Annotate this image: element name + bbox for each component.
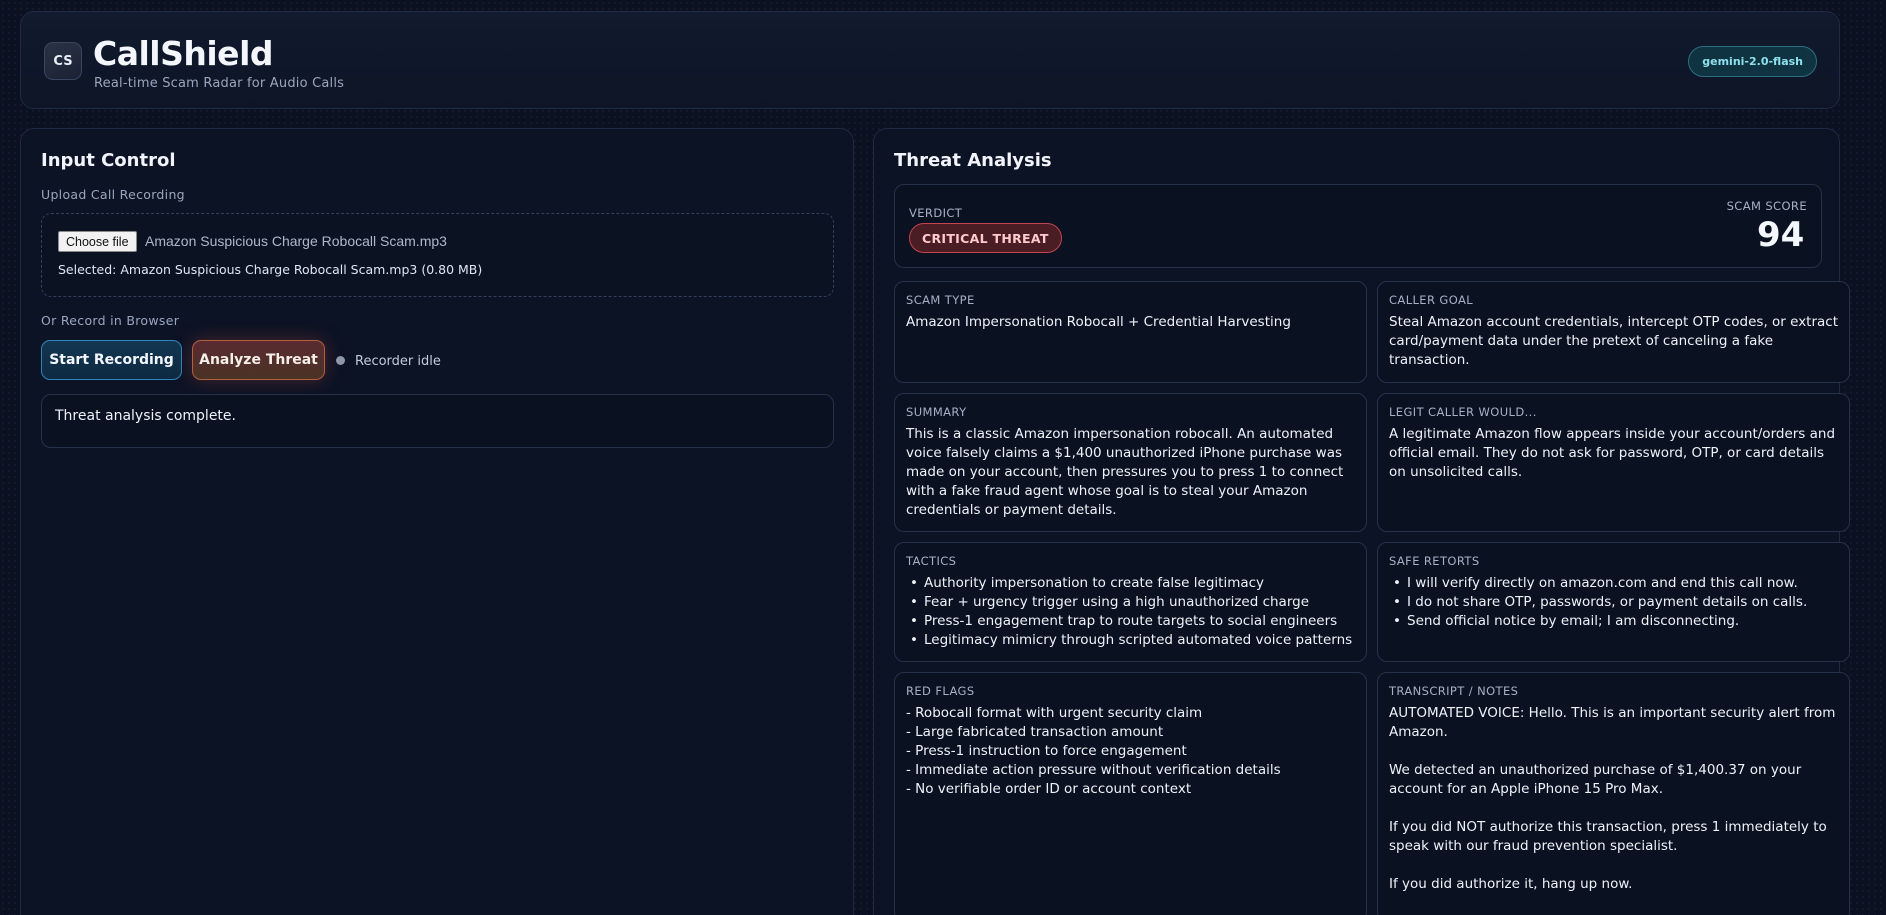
summary-card: SUMMARY This is a classic Amazon imperso… [894, 393, 1367, 532]
transcript-paragraph: AUTOMATED VOICE: Hello. This is an impor… [1389, 705, 1836, 740]
app-logo: CS [44, 42, 82, 80]
input-control-title: Input Control [41, 150, 176, 171]
upload-label: Upload Call Recording [41, 187, 185, 202]
model-badge: gemini-2.0-flash [1688, 46, 1817, 77]
verdict-label: VERDICT [909, 206, 963, 220]
selected-file-name: Amazon Suspicious Charge Robocall Scam.m… [145, 233, 447, 249]
transcript-text: AUTOMATED VOICE: Hello. This is an impor… [1389, 704, 1839, 913]
tactics-label: TACTICS [906, 554, 957, 568]
app-header: CS CallShield Real-time Scam Radar for A… [20, 11, 1840, 109]
legit-caller-label: LEGIT CALLER WOULD... [1389, 405, 1537, 419]
safe-retorts-list: I will verify directly on amazon.com and… [1389, 574, 1843, 631]
list-item: - Press-1 instruction to force engagemen… [906, 743, 1187, 759]
red-flags-card: RED FLAGS - Robocall format with urgent … [894, 672, 1367, 915]
transcript-paragraph: If you did NOT authorize this transactio… [1389, 819, 1827, 854]
red-flags-list: - Robocall format with urgent security c… [906, 704, 1360, 799]
list-item: - Robocall format with urgent security c… [906, 705, 1203, 721]
scam-type-card: SCAM TYPE Amazon Impersonation Robocall … [894, 281, 1367, 383]
safe-retorts-card: SAFE RETORTS I will verify directly on a… [1377, 542, 1850, 662]
app-subtitle: Real-time Scam Radar for Audio Calls [94, 76, 345, 91]
tactics-card: TACTICS Authority impersonation to creat… [894, 542, 1367, 662]
scam-score-value: 94 [1757, 215, 1805, 255]
list-item: Send official notice by email; I am disc… [1389, 612, 1843, 631]
verdict-box: VERDICT CRITICAL THREAT SCAM SCORE 94 [894, 184, 1822, 268]
status-message: Threat analysis complete. [55, 408, 236, 424]
threat-analysis-panel: Threat Analysis VERDICT CRITICAL THREAT … [873, 128, 1850, 915]
transcript-paragraph: If you did authorize it, hang up now. [1389, 876, 1633, 892]
scam-type-label: SCAM TYPE [906, 293, 975, 307]
file-upload-dropzone[interactable]: Choose file Amazon Suspicious Charge Rob… [41, 213, 834, 297]
scam-type-text: Amazon Impersonation Robocall + Credenti… [906, 314, 1291, 330]
red-flags-label: RED FLAGS [906, 684, 975, 698]
selected-file-info: Selected: Amazon Suspicious Charge Roboc… [58, 262, 483, 277]
legit-caller-text: A legitimate Amazon flow appears inside … [1389, 426, 1836, 480]
summary-text: This is a classic Amazon impersonation r… [906, 426, 1344, 518]
list-item: I will verify directly on amazon.com and… [1389, 574, 1843, 593]
start-recording-button[interactable]: Start Recording [41, 340, 182, 380]
analyze-threat-button[interactable]: Analyze Threat [192, 340, 325, 380]
caller-goal-text: Steal Amazon account credentials, interc… [1389, 314, 1839, 368]
list-item: Legitimacy mimicry through scripted auto… [906, 631, 1360, 650]
list-item: Authority impersonation to create false … [906, 574, 1360, 593]
app-title: CallShield [93, 34, 274, 73]
scam-score-label: SCAM SCORE [1726, 199, 1807, 213]
recorder-status: Recorder idle [355, 354, 441, 369]
list-item: Fear + urgency trigger using a high unau… [906, 593, 1360, 612]
list-item: - Immediate action pressure without veri… [906, 762, 1281, 778]
verdict-badge: CRITICAL THREAT [909, 223, 1062, 253]
transcript-label: TRANSCRIPT / NOTES [1389, 684, 1519, 698]
safe-retorts-label: SAFE RETORTS [1389, 554, 1480, 568]
threat-analysis-title: Threat Analysis [894, 150, 1052, 171]
record-label: Or Record in Browser [41, 313, 180, 328]
status-message-box: Threat analysis complete. [41, 394, 834, 448]
transcript-card[interactable]: TRANSCRIPT / NOTES AUTOMATED VOICE: Hell… [1377, 672, 1850, 915]
list-item: I do not share OTP, passwords, or paymen… [1389, 593, 1843, 612]
transcript-paragraph: We detected an unauthorized purchase of … [1389, 762, 1802, 797]
summary-label: SUMMARY [906, 405, 967, 419]
recorder-status-dot-icon [336, 356, 345, 365]
legit-caller-card: LEGIT CALLER WOULD... A legitimate Amazo… [1377, 393, 1850, 532]
list-item: - Large fabricated transaction amount [906, 724, 1164, 740]
input-control-panel: Input Control Upload Call Recording Choo… [20, 128, 854, 915]
list-item: Press-1 engagement trap to route targets… [906, 612, 1360, 631]
list-item: - No verifiable order ID or account cont… [906, 781, 1192, 797]
caller-goal-label: CALLER GOAL [1389, 293, 1474, 307]
caller-goal-card: CALLER GOAL Steal Amazon account credent… [1377, 281, 1850, 383]
choose-file-button[interactable]: Choose file [58, 231, 137, 252]
tactics-list: Authority impersonation to create false … [906, 574, 1360, 650]
